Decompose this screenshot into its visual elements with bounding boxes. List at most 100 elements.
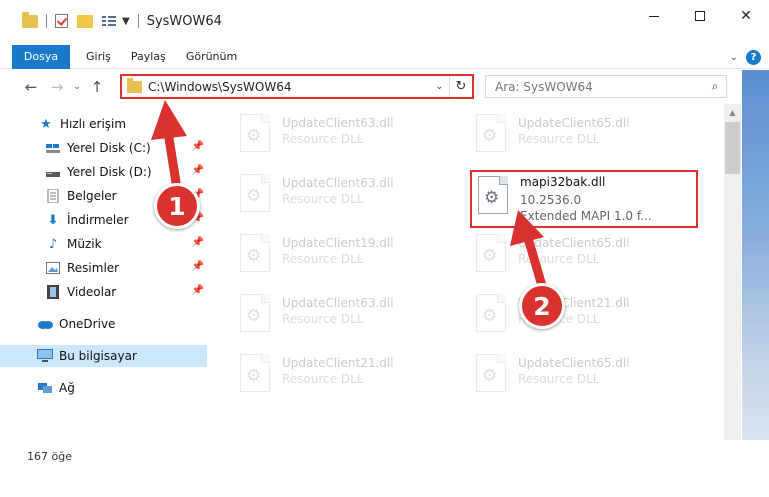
sidebar-item-drive-c[interactable]: Yerel Disk (C:) 📌 [0, 137, 207, 159]
dll-file-icon: ⚙ [472, 232, 510, 276]
maximize-button[interactable] [677, 0, 723, 32]
videos-icon [45, 284, 61, 300]
title-bar: ▼ SysWOW64 ✕ [0, 0, 769, 42]
address-bar[interactable]: C:\Windows\SysWOW64 ⌄ ↻ [120, 74, 474, 99]
file-name: mapi32bak.dll [520, 175, 606, 189]
sidebar-item-this-pc[interactable]: Bu bilgisayar [0, 345, 207, 367]
list-item[interactable]: ⚙ UpdateClient63.dll Resource DLL [236, 112, 456, 162]
forward-arrow-icon[interactable]: → [44, 78, 70, 96]
file-name: UpdateClient63.dll [282, 116, 394, 130]
navigation-bar: ← → ⌄ ↑ C:\Windows\SysWOW64 ⌄ ↻ ⌕ [0, 71, 769, 103]
step-2-badge: 2 [519, 283, 565, 329]
step-1-badge: 1 [154, 183, 200, 229]
toolbar-dropdown-icon[interactable]: ▼ [122, 16, 130, 27]
sidebar-item-network[interactable]: Ağ [0, 377, 207, 399]
network-icon [37, 380, 53, 396]
up-arrow-icon[interactable]: ↑ [84, 78, 110, 96]
file-description: Resource DLL [518, 372, 600, 386]
drive-c-icon [45, 140, 61, 156]
window-title: SysWOW64 [146, 13, 222, 29]
list-item[interactable]: ⚙ UpdateClient21.dllResource DLL [236, 352, 456, 402]
new-folder-icon[interactable] [77, 14, 93, 28]
dll-file-icon: ⚙ [236, 232, 274, 276]
cloud-icon [37, 316, 53, 332]
list-item[interactable]: ⚙ UpdateClient65.dll Resource DLL [472, 112, 692, 162]
quick-access-toolbar: ▼ SysWOW64 [0, 0, 222, 42]
tab-file[interactable]: Dosya [12, 44, 70, 69]
pin-icon[interactable]: 📌 [192, 165, 204, 176]
file-name: UpdateClient63.dll [282, 296, 394, 310]
mapi32bak-file[interactable]: ⚙ mapi32bak.dll 10.2536.0 Extended MAPI … [474, 174, 696, 224]
scroll-up-icon[interactable]: ▲ [724, 104, 741, 121]
list-item[interactable]: ⚙ UpdateClient21.dllResource DLL [472, 292, 692, 342]
folder-icon [127, 77, 142, 93]
customize-toolbar-icon[interactable] [102, 15, 116, 27]
desktop-background [742, 70, 769, 497]
sidebar-item-label: OneDrive [59, 317, 116, 331]
file-name: UpdateClient19.dll [282, 236, 394, 250]
search-icon[interactable]: ⌕ [704, 79, 726, 94]
expand-ribbon-icon[interactable]: ⌄ [730, 52, 738, 63]
properties-check-icon[interactable] [55, 14, 68, 28]
sidebar-item-label: Bu bilgisayar [59, 349, 137, 363]
pin-icon[interactable]: 📌 [192, 285, 204, 296]
download-icon: ⬇ [47, 212, 59, 228]
recent-locations-icon[interactable]: ⌄ [70, 82, 84, 92]
list-item[interactable]: ⚙ UpdateClient65.dll Resource DLL [472, 232, 692, 282]
file-list: ⚙ UpdateClient63.dll Resource DLL ⚙ Updat… [212, 104, 724, 440]
pictures-icon [45, 260, 61, 276]
sidebar-item-label: Ağ [59, 381, 75, 395]
search-box[interactable]: ⌕ [485, 75, 727, 98]
refresh-icon[interactable]: ↻ [450, 79, 472, 94]
address-dropdown-icon[interactable]: ⌄ [430, 76, 450, 97]
sidebar-item-label: Yerel Disk (D:) [67, 165, 152, 179]
file-description: Extended MAPI 1.0 f... [520, 209, 652, 223]
file-name: UpdateClient21.dll [282, 356, 394, 370]
sidebar-item-music[interactable]: ♪ Müzik 📌 [0, 233, 207, 255]
close-icon: ✕ [740, 8, 752, 24]
minimize-button[interactable] [631, 0, 677, 32]
pin-icon[interactable]: 📌 [192, 237, 204, 248]
search-input[interactable] [486, 79, 704, 94]
sidebar-item-quick-access[interactable]: ★ Hızlı erişim [0, 113, 207, 135]
star-icon: ★ [40, 116, 52, 132]
item-count: 167 öğe [27, 450, 72, 463]
file-description: Resource DLL [282, 372, 364, 386]
sidebar-item-onedrive[interactable]: OneDrive [0, 313, 207, 335]
toolbar-separator [137, 14, 139, 28]
sidebar-item-videos[interactable]: Videolar 📌 [0, 281, 207, 303]
sidebar-item-label: İndirmeler [67, 213, 129, 227]
file-name: UpdateClient65.dll [518, 116, 630, 130]
list-item[interactable]: ⚙ UpdateClient19.dll Resource DLL [236, 232, 456, 282]
sidebar-item-pictures[interactable]: Resimler 📌 [0, 257, 207, 279]
tab-home[interactable]: Giriş [76, 45, 121, 69]
list-item[interactable]: ⚙ UpdateClient63.dll Resource DLL [236, 292, 456, 342]
dll-file-icon: ⚙ [474, 174, 512, 218]
maximize-icon [695, 11, 705, 21]
vertical-scrollbar[interactable]: ▲ [724, 104, 741, 440]
pin-icon[interactable]: 📌 [192, 261, 204, 272]
scroll-thumb[interactable] [725, 122, 740, 174]
close-button[interactable]: ✕ [723, 0, 769, 32]
address-path[interactable]: C:\Windows\SysWOW64 [148, 80, 430, 94]
file-version: 10.2536.0 [520, 193, 582, 207]
dll-file-icon: ⚙ [236, 172, 274, 216]
help-icon[interactable]: ? [746, 49, 761, 65]
file-name: UpdateClient65.dll [518, 236, 630, 250]
dll-file-icon: ⚙ [472, 352, 510, 396]
back-arrow-icon[interactable]: ← [18, 78, 44, 96]
dll-file-icon: ⚙ [472, 112, 510, 156]
drive-d-icon [45, 164, 61, 180]
list-item[interactable]: ⚙ UpdateClient65.dll Resource DLL [472, 352, 692, 402]
music-icon: ♪ [48, 236, 58, 252]
navigation-pane: ★ Hızlı erişim Yerel Disk (C:) 📌 Yerel D… [0, 108, 210, 440]
tab-share[interactable]: Paylaş [121, 45, 176, 69]
file-name: UpdateClient65.dll [518, 356, 630, 370]
sidebar-item-drive-d[interactable]: Yerel Disk (D:) 📌 [0, 161, 207, 183]
list-item[interactable]: ⚙ UpdateClient63.dll Resource DLL [236, 172, 456, 222]
sidebar-item-label: Yerel Disk (C:) [67, 141, 151, 155]
tab-view[interactable]: Görünüm [176, 45, 247, 69]
file-name: UpdateClient63.dll [282, 176, 394, 190]
pin-icon[interactable]: 📌 [192, 141, 204, 152]
sidebar-item-label: Videolar [67, 285, 117, 299]
